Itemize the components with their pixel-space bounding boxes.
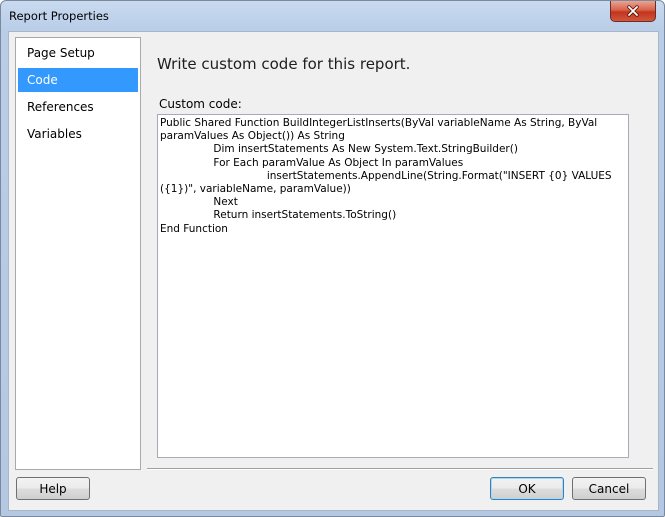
ok-button[interactable]: OK xyxy=(490,477,564,500)
close-button[interactable] xyxy=(610,1,656,22)
page-heading: Write custom code for this report. xyxy=(157,55,411,73)
cancel-button[interactable]: Cancel xyxy=(572,477,646,500)
window-title: Report Properties xyxy=(9,9,109,23)
nav-list: Page Setup Code References Variables xyxy=(15,37,141,470)
dialog-body: Page Setup Code References Variables Wri… xyxy=(8,31,659,511)
title-bar[interactable]: Report Properties xyxy=(1,1,664,31)
nav-item-variables[interactable]: Variables xyxy=(18,122,138,146)
footer-divider xyxy=(147,468,653,470)
nav-item-references[interactable]: References xyxy=(18,95,138,119)
nav-item-page-setup[interactable]: Page Setup xyxy=(18,41,138,65)
custom-code-editor[interactable]: Public Shared Function BuildIntegerListI… xyxy=(157,114,629,458)
report-properties-dialog: Report Properties Page Setup Code Refere… xyxy=(0,0,665,517)
custom-code-label: Custom code: xyxy=(159,97,242,111)
close-icon xyxy=(627,5,639,17)
nav-item-code[interactable]: Code xyxy=(18,68,138,92)
help-button[interactable]: Help xyxy=(16,477,90,500)
